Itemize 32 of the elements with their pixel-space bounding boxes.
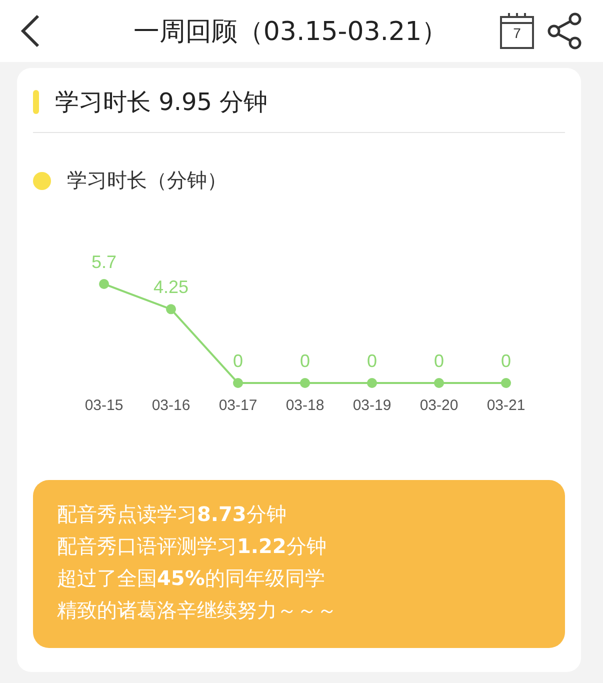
axis-label: 03-19	[352, 397, 392, 414]
axis-label: 03-16	[152, 397, 190, 414]
accent-bar	[33, 90, 39, 114]
value-label: 0	[501, 351, 511, 371]
axis-label: 03-15	[84, 397, 124, 414]
data-point	[501, 378, 511, 388]
legend-dot	[33, 172, 51, 190]
value-label: 5.7	[91, 252, 117, 272]
summary-line: 精致的诸葛洛辛继续努力～～～	[57, 597, 338, 624]
data-point	[300, 378, 310, 388]
value-label: 0	[300, 351, 310, 371]
data-point	[166, 304, 176, 314]
card-title: 学习时长 9.95 分钟	[55, 87, 268, 118]
share-button[interactable]	[547, 12, 583, 50]
summary-line: 超过了全国45%的同年级同学	[57, 565, 326, 592]
axis-label: 03-21	[486, 397, 526, 414]
axis-label: 03-17	[218, 397, 258, 414]
summary-line: 配音秀点读学习8.73分钟	[57, 501, 288, 528]
legend-label: 学习时长（分钟）	[67, 167, 227, 194]
value-label: 0	[367, 351, 377, 371]
axis-label: 03-20	[420, 397, 458, 414]
value-label: 4.25	[153, 277, 189, 298]
data-point	[99, 279, 109, 289]
summary-line: 配音秀口语评测学习1.22分钟	[57, 533, 328, 560]
axis-label: 03-18	[286, 397, 324, 414]
data-point	[367, 378, 377, 388]
value-label: 0	[233, 351, 243, 371]
back-button[interactable]	[18, 13, 42, 49]
data-point	[434, 378, 444, 388]
value-label: 0	[434, 351, 444, 371]
data-point	[233, 378, 243, 388]
page-title: 一周回顾（03.15-03.21）	[132, 16, 449, 48]
